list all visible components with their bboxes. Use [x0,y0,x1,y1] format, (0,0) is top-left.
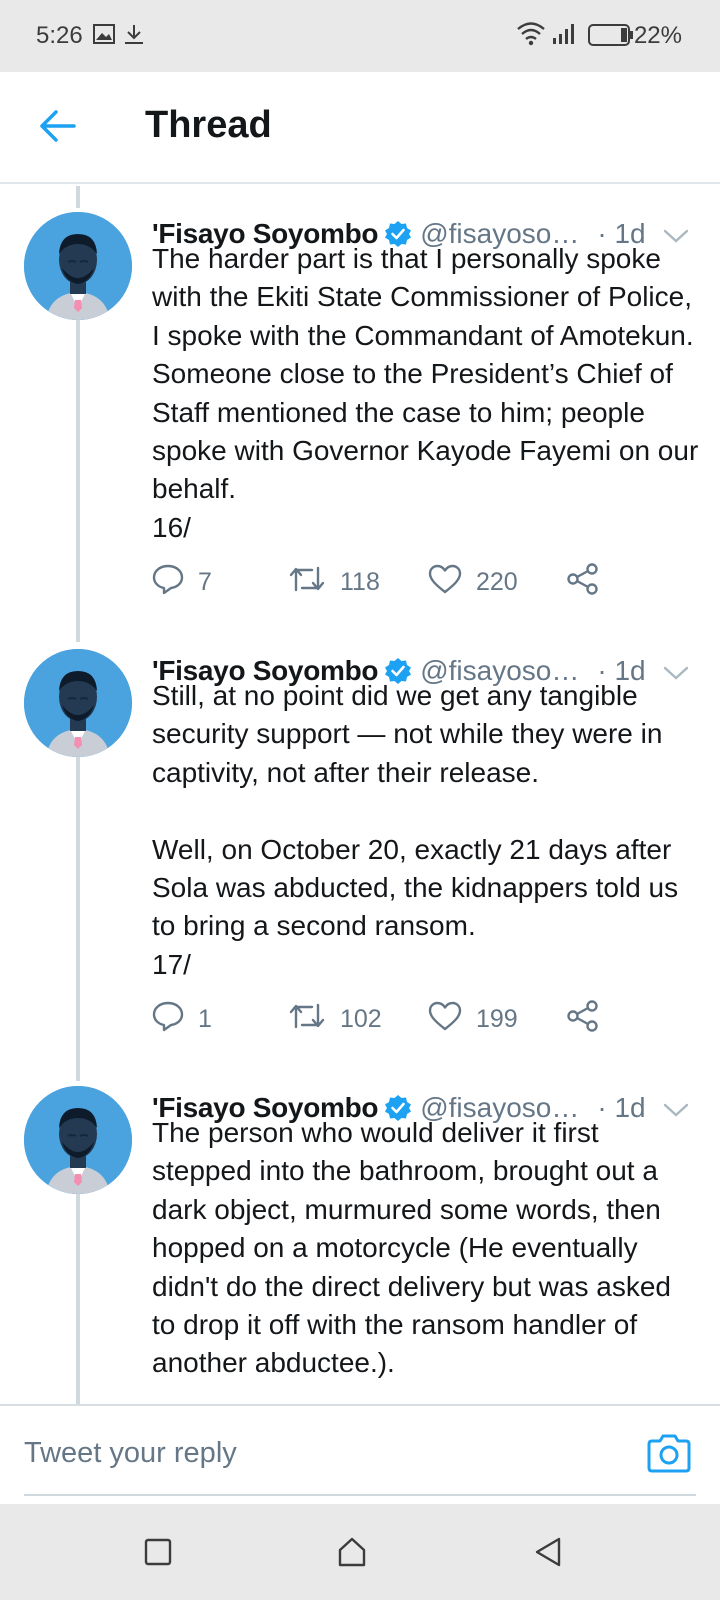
recents-button[interactable] [138,1534,178,1574]
share-icon [566,999,600,1040]
status-time: 5:26 [36,22,83,49]
reply-button[interactable]: 1 [152,999,212,1039]
recents-icon [144,1538,172,1571]
thread-connector [76,751,80,1081]
tweet-actions: 1 102 199 [152,999,622,1039]
like-button[interactable]: 220 [428,562,518,602]
thread-connector [76,186,80,208]
home-button[interactable] [332,1534,372,1574]
tweet-actions: 7 118 220 [152,562,622,602]
tweet-text: The harder part is that I personally spo… [152,243,699,543]
thread-connector [76,314,80,642]
status-bar: 5:26 22% [0,0,720,72]
reply-input[interactable] [24,1428,604,1478]
like-count: 220 [476,567,518,596]
tweet-text: Still, at no point did we get any tangib… [152,680,679,980]
thread-list[interactable]: 'Fisayo Soyombo @fisayoso… · 1d The hard… [0,186,720,1404]
back-nav-button[interactable] [528,1534,568,1574]
page-title: Thread [145,104,272,146]
retweet-icon [288,564,326,601]
reply-divider [24,1494,696,1496]
thread-connector [76,1188,80,1404]
reply-bar [0,1404,720,1500]
download-icon [122,22,146,51]
battery-percent: 22% [633,22,682,49]
retweet-count: 102 [340,1004,382,1033]
back-arrow-icon [40,109,76,147]
share-icon [566,562,600,603]
avatar[interactable] [24,212,132,320]
retweet-button[interactable]: 102 [288,999,382,1039]
home-icon [336,1536,368,1573]
like-count: 199 [476,1004,518,1033]
avatar[interactable] [24,649,132,757]
signal-icon [552,22,578,51]
reply-button[interactable]: 7 [152,562,212,602]
avatar[interactable] [24,1086,132,1194]
heart-icon [428,1001,462,1038]
like-button[interactable]: 199 [428,999,518,1039]
wifi-icon [516,20,546,51]
heart-icon [428,564,462,601]
battery-icon [588,24,634,51]
tweet-text: The person who would deliver it first st… [152,1117,679,1379]
share-button[interactable] [566,999,600,1039]
back-triangle-icon [533,1536,563,1573]
reply-count: 1 [198,1004,212,1033]
camera-button[interactable] [646,1432,692,1474]
reply-icon [152,563,184,602]
retweet-count: 118 [340,567,380,596]
gallery-icon [92,22,116,51]
thread-header: Thread [0,72,720,184]
retweet-button[interactable]: 118 [288,562,380,602]
share-button[interactable] [566,562,600,602]
camera-icon [646,1434,692,1478]
reply-icon [152,1000,184,1039]
back-button[interactable] [30,100,86,156]
reply-count: 7 [198,567,212,596]
retweet-icon [288,1001,326,1038]
system-nav-bar [0,1504,720,1600]
